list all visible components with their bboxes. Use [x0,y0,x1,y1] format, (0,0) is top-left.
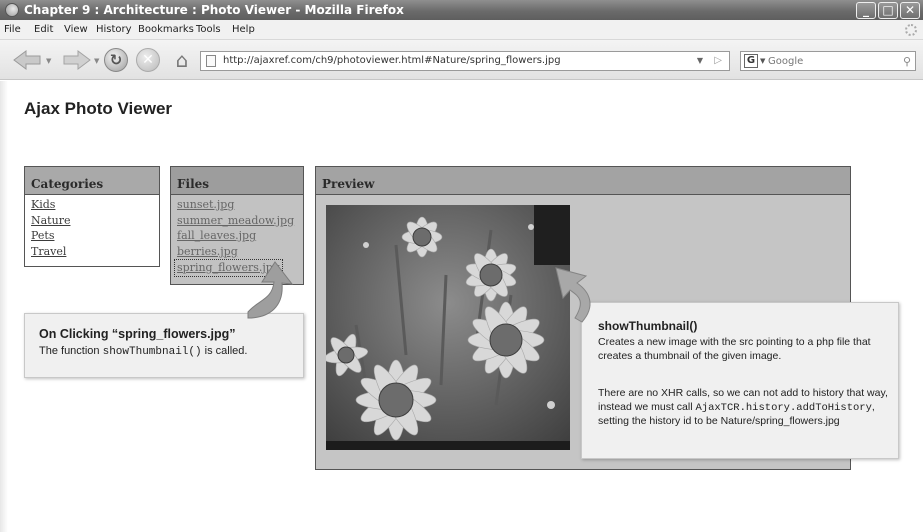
click-callout-text-after: is called. [201,345,248,357]
menu-bookmarks[interactable]: Bookmarks [138,20,194,40]
click-callout-text-before: The function [39,345,103,357]
files-panel: Files sunset.jpg summer_meadow.jpg fall_… [170,166,304,285]
click-callout-text: The function showThumbnail() is called. [39,345,247,358]
forward-button[interactable] [60,48,94,72]
category-link-travel[interactable]: Travel [31,244,70,260]
throbber-icon [905,24,917,36]
preview-header-label: Preview [322,177,375,191]
home-icon: ⌂ [175,48,189,72]
viewport-edge [0,81,8,532]
file-link-sunset[interactable]: sunset.jpg [177,197,294,213]
close-icon[interactable]: ✕ [900,2,920,19]
url-bar[interactable]: http://ajaxref.com/ch9/photoviewer.html#… [200,51,730,71]
search-engine-icon[interactable]: G [744,54,758,68]
file-link-berries[interactable]: berries.jpg [177,244,294,260]
forward-history-dropdown-icon[interactable]: ▼ [94,57,99,65]
firefox-icon [5,3,19,17]
thumbnail-callout-paragraph-2: There are no XHR calls, so we can not ad… [598,387,894,429]
page-icon [206,55,216,67]
click-callout-heading: On Clicking “spring_flowers.jpg” [39,327,236,341]
maximize-icon[interactable]: □ [878,2,898,19]
search-icon[interactable]: ⚲ [903,53,911,71]
window-controls: _ □ ✕ [856,2,920,19]
thumbnail-callout-paragraph-1: Creates a new image with the src pointin… [598,336,871,362]
categories-header: Categories [25,167,159,195]
menu-view[interactable]: View [64,20,88,40]
category-link-kids[interactable]: Kids [31,197,70,213]
navigation-toolbar: ▼ ▼ ↻ ✕ ⌂ http://ajaxref.com/ch9/photovi… [0,40,923,80]
reload-button[interactable]: ↻ [104,48,128,72]
url-dropdown-icon[interactable]: ▼ [697,52,703,70]
reload-icon: ↻ [109,51,123,69]
file-link-spring-flowers[interactable]: spring_flowers.jpg [174,259,283,277]
files-list: sunset.jpg summer_meadow.jpg fall_leaves… [174,197,294,277]
url-text[interactable]: http://ajaxref.com/ch9/photoviewer.html#… [223,52,561,70]
menu-history[interactable]: History [96,20,132,40]
search-bar[interactable]: G ▼ ⚲ [740,51,916,71]
thumbnail-callout: showThumbnail() Creates a new image with… [581,302,899,459]
window-title: Chapter 9 : Architecture : Photo Viewer … [24,3,404,17]
thumbnail-callout-p2-code: AjaxTCR.history.addToHistory [695,401,872,414]
page-title: Ajax Photo Viewer [24,99,173,118]
spring-flowers-photo [326,205,570,450]
minimize-icon[interactable]: _ [856,2,876,19]
back-history-dropdown-icon[interactable]: ▼ [46,57,51,65]
search-engine-dropdown-icon[interactable]: ▼ [760,52,765,70]
menu-tools[interactable]: Tools [196,20,221,40]
categories-panel: Categories Kids Nature Pets Travel [24,166,160,267]
search-input[interactable] [768,53,888,69]
menu-bar: File Edit View History Bookmarks Tools H… [0,20,923,40]
thumbnail-callout-heading: showThumbnail() [598,319,698,333]
preview-header: Preview [316,167,850,195]
home-button[interactable]: ⌂ [170,48,194,72]
categories-header-label: Categories [31,177,104,191]
go-icon[interactable]: ▷ [714,52,722,70]
forward-arrow-icon [63,50,91,70]
file-link-fall-leaves[interactable]: fall_leaves.jpg [177,228,294,244]
image-bottom-strip [326,441,570,450]
menu-help[interactable]: Help [232,20,255,40]
stop-button[interactable]: ✕ [136,48,160,72]
files-header-label: Files [177,177,210,191]
file-link-summer-meadow[interactable]: summer_meadow.jpg [177,213,294,229]
back-button[interactable] [10,48,44,72]
category-link-nature[interactable]: Nature [31,213,70,229]
thumbnail-image [326,205,570,450]
files-header: Files [171,167,303,195]
window-title-bar[interactable]: Chapter 9 : Architecture : Photo Viewer … [0,0,923,20]
categories-list: Kids Nature Pets Travel [31,197,70,259]
click-callout-code: showThumbnail() [102,346,202,358]
click-callout: On Clicking “spring_flowers.jpg” The fun… [24,313,304,378]
menu-file[interactable]: File [4,20,21,40]
back-arrow-icon [13,50,41,70]
stop-icon: ✕ [142,52,154,68]
category-link-pets[interactable]: Pets [31,228,70,244]
menu-edit[interactable]: Edit [34,20,53,40]
